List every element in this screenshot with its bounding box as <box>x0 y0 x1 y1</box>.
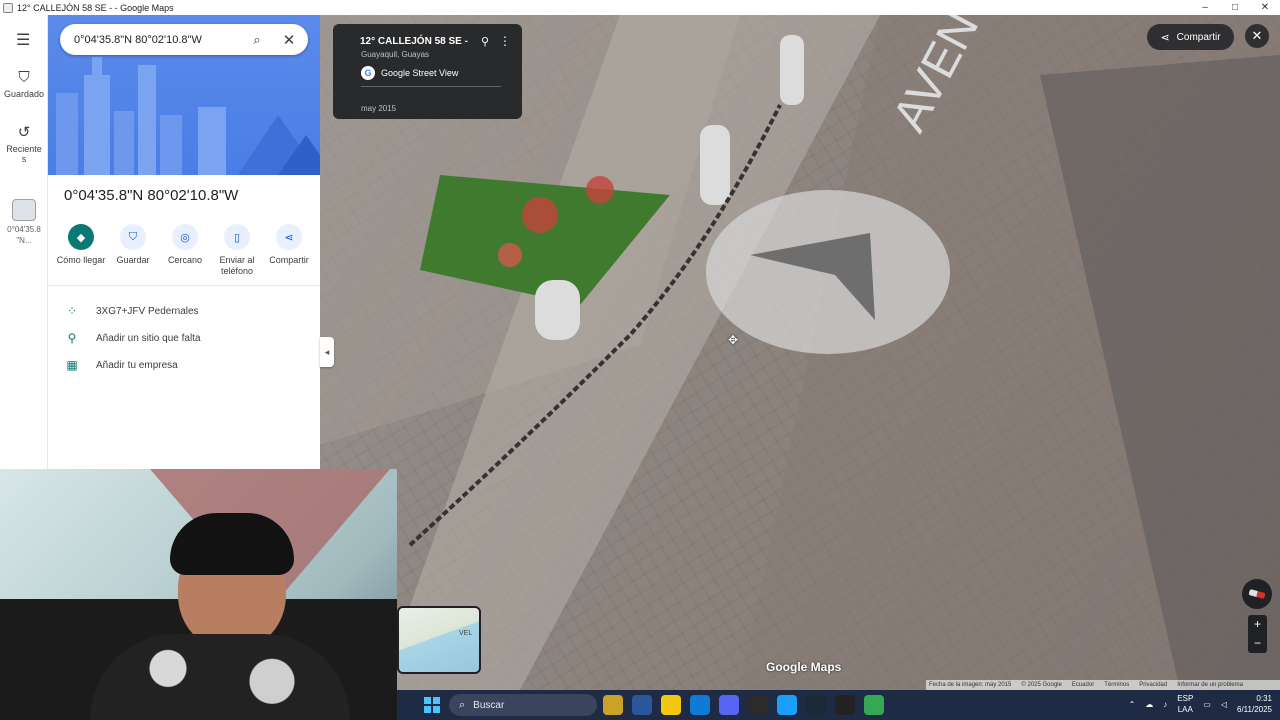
chevron-up-icon[interactable]: ⌃ <box>1129 700 1136 709</box>
taskbar-search[interactable]: ⌕ Buscar <box>449 694 597 716</box>
rail-recent-label-2: s <box>21 154 27 164</box>
taskbar-app-explorer-icon[interactable] <box>661 695 681 715</box>
rail-recent-label-1: Reciente <box>6 144 42 154</box>
add-business-icon: ▦ <box>66 358 78 372</box>
system-tray: ⌃ ☁ ♪ ESP LAA ▭ ◁ 0:31 6/11/2025 <box>1129 693 1272 715</box>
place-panel: 0°04'35.8"N 80°02'10.8"W ⌕ ✕ 0°04'35.8"N… <box>48 15 320 470</box>
map-footer: Fecha de la imagen: may 2015 © 2025 Goog… <box>926 680 1280 690</box>
close-icon: ✕ <box>1251 28 1263 43</box>
directions-icon: ◆ <box>68 224 94 250</box>
action-save[interactable]: ⛉ Guardar <box>108 224 158 277</box>
taskbar-app-steam-icon[interactable] <box>806 695 826 715</box>
add-business-row[interactable]: ▦ Añadir tu empresa <box>64 358 177 372</box>
taskbar-app-battlenet-icon[interactable] <box>777 695 797 715</box>
volume-icon[interactable]: ◁ <box>1221 700 1227 709</box>
window-controls: – □ ✕ <box>1190 0 1280 15</box>
street-view-brand: G Google Street View <box>361 66 458 80</box>
google-logo-icon: G <box>361 66 375 80</box>
share-icon: ⋖ <box>276 224 302 250</box>
app-icon <box>3 2 13 13</box>
window-title: 12° CALLEJÓN 58 SE - - Google Maps <box>17 2 174 13</box>
taskbar-app-chrome-icon[interactable] <box>864 695 884 715</box>
taskbar-app-word-icon[interactable] <box>632 695 652 715</box>
more-options-icon[interactable]: ⋮ <box>499 34 511 48</box>
taskbar-app-game-icon[interactable] <box>603 695 623 715</box>
collapse-panel-button[interactable]: ◂ <box>320 337 334 367</box>
plus-code-row[interactable]: ⁘ 3XG7+JFV Pedernales <box>64 304 199 318</box>
cloud-icon[interactable]: ☁ <box>1145 700 1153 709</box>
window-titlebar: 12° CALLEJÓN 58 SE - - Google Maps – □ ✕ <box>0 0 1280 15</box>
action-directions[interactable]: ◆ Cómo llegar <box>56 224 106 277</box>
zoom-control: + − <box>1248 615 1267 653</box>
place-hero-illustration: 0°04'35.8"N 80°02'10.8"W ⌕ ✕ <box>48 15 320 175</box>
street-view-subtitle: Guayaquil, Guayas <box>361 50 430 59</box>
taskbar-app-discord-icon[interactable] <box>719 695 739 715</box>
close-window-button[interactable]: ✕ <box>1250 0 1280 15</box>
bookmark-icon: ⛉ <box>18 69 30 86</box>
location-pin-icon[interactable]: ⚲ <box>481 35 489 48</box>
nearby-icon: ◎ <box>172 224 198 250</box>
compass-icon[interactable] <box>1242 579 1272 609</box>
minimap[interactable]: VEL <box>397 606 481 674</box>
add-location-icon: ⚲ <box>67 331 77 345</box>
rail-recent[interactable]: ↺ Reciente s <box>0 123 48 164</box>
maximize-button[interactable]: □ <box>1220 0 1250 15</box>
person-hair <box>170 513 294 575</box>
menu-icon[interactable]: ☰ <box>16 33 32 49</box>
share-icon: ⋖ <box>1160 31 1170 44</box>
street-view-title: 12° CALLEJÓN 58 SE - <box>360 36 468 47</box>
action-send-to-phone[interactable]: ▯ Enviar al teléfono <box>212 224 262 277</box>
phone-icon: ▯ <box>224 224 250 250</box>
share-button[interactable]: ⋖ Compartir <box>1147 24 1234 50</box>
network-icon[interactable]: ▭ <box>1203 700 1211 709</box>
minimap-label: VEL <box>459 630 473 637</box>
place-title: 0°04'35.8"N 80°02'10.8"W <box>64 187 239 204</box>
report-problem-link[interactable]: Informar de un problema <box>1177 682 1243 688</box>
recent-place-thumbnail[interactable] <box>12 199 36 221</box>
language-indicator[interactable]: ESP LAA <box>1177 693 1193 715</box>
taskbar-app-obs-icon[interactable] <box>835 695 855 715</box>
search-input[interactable]: 0°04'35.8"N 80°02'10.8"W <box>74 34 246 46</box>
rail-saved[interactable]: ⛉ Guardado <box>0 69 48 99</box>
minimize-button[interactable]: – <box>1190 0 1220 15</box>
image-date: Fecha de la imagen: may 2015 <box>929 682 1012 688</box>
street-view-info-card: 12° CALLEJÓN 58 SE - ⚲ ⋮ Guayaquil, Guay… <box>333 24 522 119</box>
zoom-in-button[interactable]: + <box>1248 615 1267 634</box>
taskbar-clock[interactable]: 0:31 6/11/2025 <box>1237 693 1272 715</box>
action-nearby[interactable]: ◎ Cercano <box>160 224 210 277</box>
recent-place-label: 0°04'35.8 "N... <box>7 225 41 245</box>
google-maps-logo: Google Maps <box>766 660 842 674</box>
copyright: © 2025 Google <box>1021 682 1062 688</box>
taskbar-app-epic-icon[interactable] <box>748 695 768 715</box>
place-actions: ◆ Cómo llegar ⛉ Guardar ◎ Cercano ▯ Envi… <box>56 224 314 277</box>
zoom-out-button[interactable]: − <box>1248 634 1267 653</box>
microphone-icon[interactable]: ♪ <box>1163 700 1167 709</box>
close-street-view-button[interactable]: ✕ <box>1245 24 1269 48</box>
divider <box>48 285 320 286</box>
search-icon: ⌕ <box>459 698 466 711</box>
search-icon[interactable]: ⌕ <box>246 32 268 48</box>
terms-link[interactable]: Términos <box>1104 682 1129 688</box>
left-rail: ☰ ⛉ Guardado ↺ Reciente s 0°04'35.8 "N..… <box>0 15 48 470</box>
taskbar-app-edge-icon[interactable] <box>690 695 710 715</box>
history-icon: ↺ <box>17 124 31 141</box>
action-share[interactable]: ⋖ Compartir <box>264 224 314 277</box>
move-cursor-icon: ✥ <box>728 333 739 347</box>
street-view-date: may 2015 <box>361 104 397 113</box>
plus-code-icon: ⁘ <box>66 304 78 318</box>
close-icon[interactable]: ✕ <box>278 31 300 49</box>
webcam-overlay <box>0 469 397 720</box>
divider <box>361 86 501 87</box>
rail-saved-label: Guardado <box>3 89 45 99</box>
add-place-row[interactable]: ⚲ Añadir un sitio que falta <box>64 331 201 345</box>
bookmark-icon: ⛉ <box>120 224 146 250</box>
windows-taskbar: ⌕ Buscar ⌃ ☁ ♪ ESP LAA ▭ ◁ 0:31 6/11/202… <box>397 690 1280 720</box>
taskbar-apps <box>603 695 884 715</box>
search-box[interactable]: 0°04'35.8"N 80°02'10.8"W ⌕ ✕ <box>60 24 308 55</box>
country-link[interactable]: Ecuador <box>1072 682 1094 688</box>
windows-start-icon[interactable] <box>424 697 440 713</box>
privacy-link[interactable]: Privacidad <box>1139 682 1167 688</box>
